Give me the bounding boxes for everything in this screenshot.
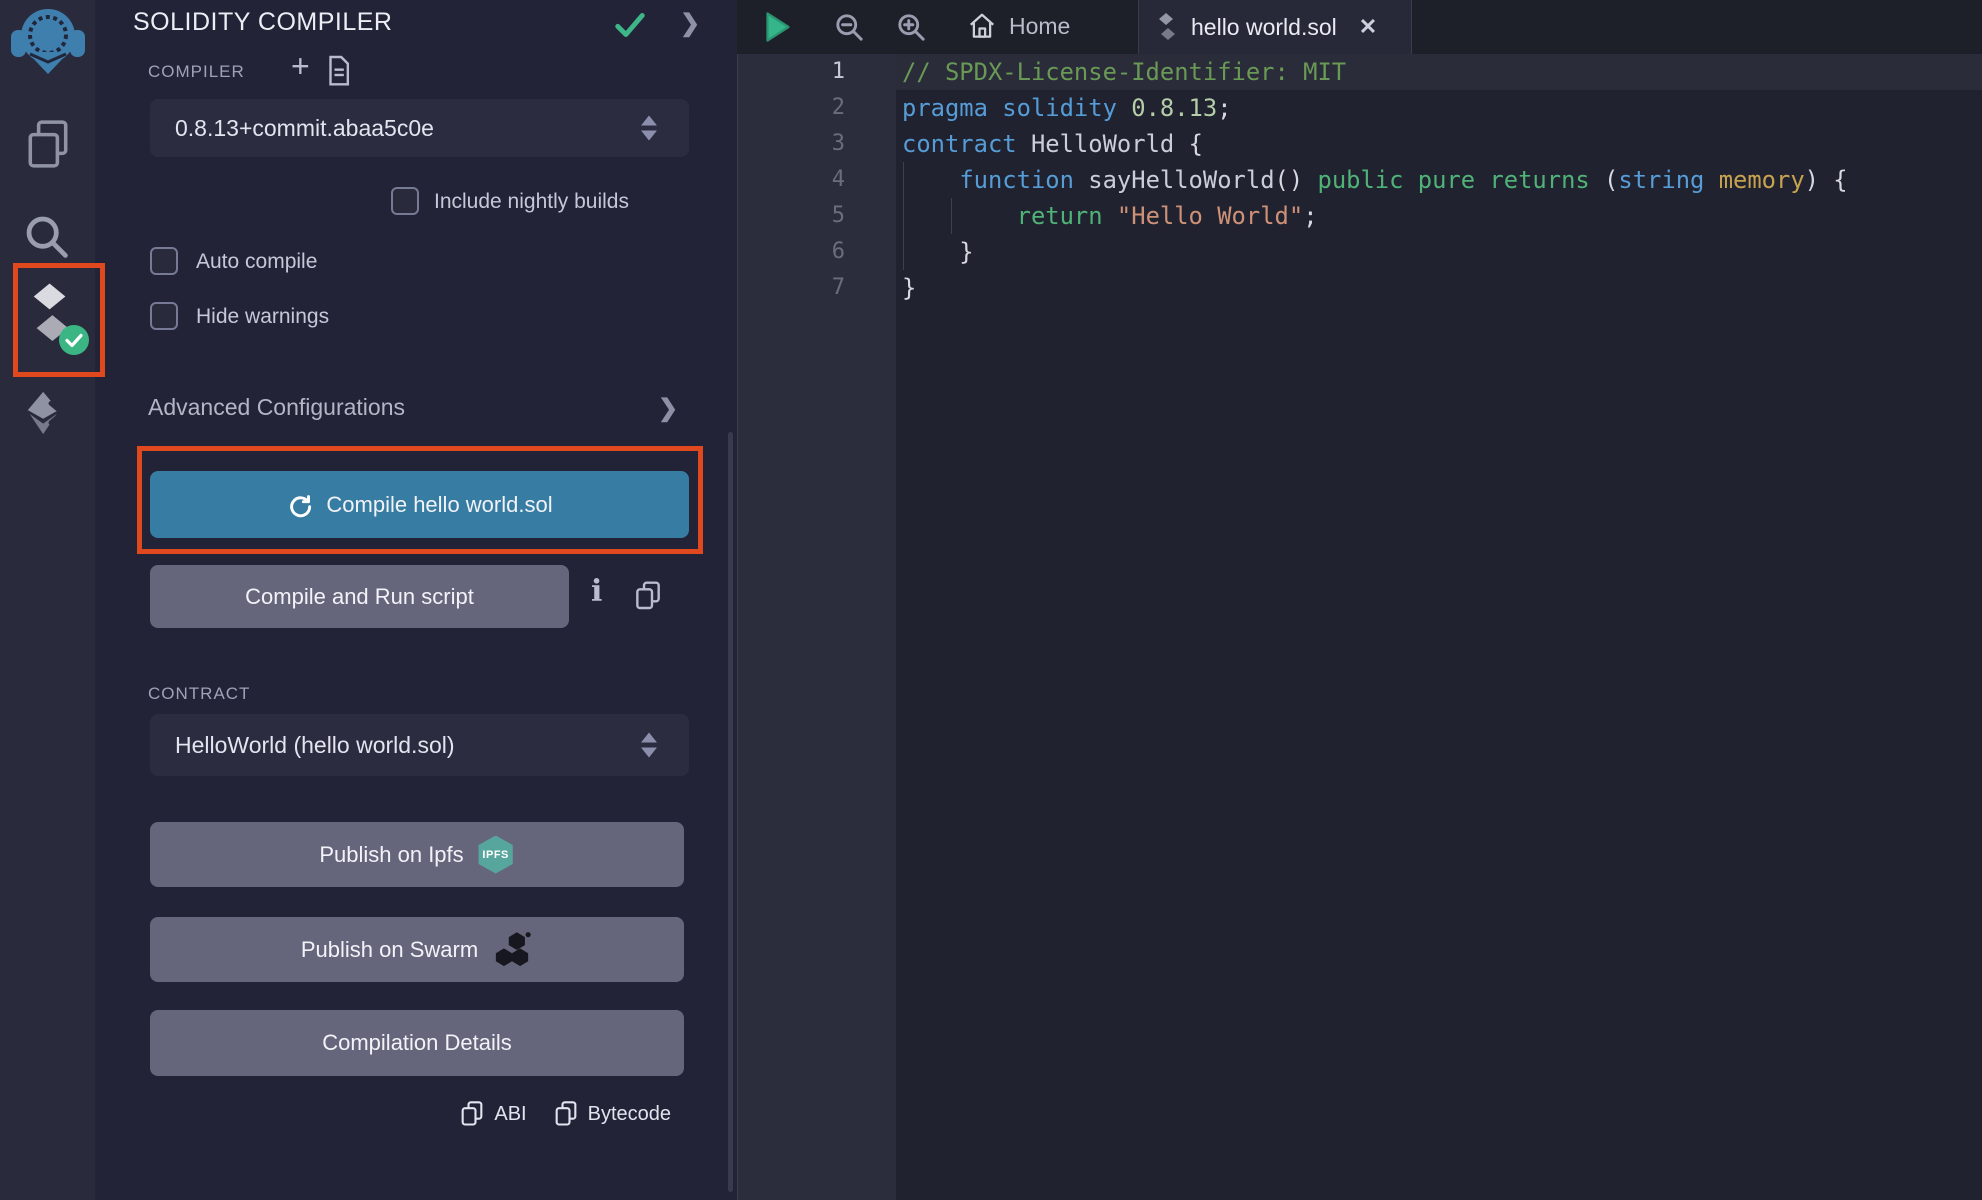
search-button[interactable]: [20, 210, 74, 264]
play-icon: [763, 10, 793, 44]
line-number[interactable]: 2: [737, 90, 845, 126]
code-line[interactable]: contract HelloWorld {: [902, 126, 1848, 162]
publish-ipfs-button[interactable]: Publish on Ipfs IPFS: [150, 822, 684, 887]
code-lines[interactable]: // SPDX-License-Identifier: MITpragma so…: [896, 54, 1848, 306]
search-icon: [21, 211, 73, 263]
compiler-version-value: 0.8.13+commit.abaa5c0e: [175, 115, 434, 142]
abi-bytecode-row: ABI Bytecode: [459, 1100, 671, 1128]
compile-success-badge: [58, 324, 90, 356]
solidity-file-icon: [1157, 12, 1177, 42]
code-line[interactable]: return "Hello World";: [902, 198, 1848, 234]
check-icon: [613, 10, 647, 40]
compile-and-run-button[interactable]: Compile and Run script: [150, 565, 569, 628]
line-number[interactable]: 7: [737, 270, 845, 306]
line-numbers: 1234567: [737, 54, 845, 306]
include-nightly-label: Include nightly builds: [434, 190, 629, 214]
zoom-in-icon: [895, 11, 928, 44]
hide-warnings-label: Hide warnings: [196, 305, 329, 329]
advanced-configurations-toggle[interactable]: Advanced Configurations: [148, 394, 405, 421]
compile-button[interactable]: Compile hello world.sol: [150, 471, 689, 538]
refresh-icon: [286, 491, 313, 518]
tab-home[interactable]: Home: [967, 11, 1070, 41]
bytecode-label: Bytecode: [588, 1103, 671, 1126]
add-compiler-plus-icon[interactable]: +: [291, 48, 310, 85]
panel-scrollbar[interactable]: [728, 432, 733, 1192]
tab-file-label: hello world.sol: [1191, 14, 1337, 41]
info-icon[interactable]: i: [591, 574, 602, 609]
publish-ipfs-label: Publish on Ipfs: [319, 842, 463, 868]
abi-label: ABI: [494, 1103, 526, 1126]
select-updown-icon: [641, 116, 657, 141]
line-number[interactable]: 6: [737, 234, 845, 270]
editor-tabbar: Home hello world.sol ✕: [737, 0, 1982, 54]
file-explorer-button[interactable]: [22, 116, 74, 174]
panel-title: SOLIDITY COMPILER: [133, 8, 393, 37]
contract-select[interactable]: HelloWorld (hello world.sol): [150, 714, 689, 776]
auto-compile-checkbox[interactable]: [150, 247, 178, 275]
code-line[interactable]: function sayHelloWorld() public pure ret…: [902, 162, 1848, 198]
activity-bar: [0, 0, 96, 1200]
close-tab-icon[interactable]: ✕: [1359, 14, 1377, 40]
line-number[interactable]: 5: [737, 198, 845, 234]
copy-run-script-button[interactable]: [633, 580, 663, 617]
code-line[interactable]: }: [902, 270, 1848, 306]
editor-area: Home hello world.sol ✕ 1234567 // SPDX-L…: [737, 0, 1982, 1200]
remix-ide-window: SOLIDITY COMPILER ❯ COMPILER + 0.8.13+co…: [0, 0, 1982, 1200]
advanced-chevron-icon[interactable]: ❯: [658, 394, 678, 423]
zoom-out-button[interactable]: [833, 11, 866, 49]
copy-abi-button[interactable]: ABI: [459, 1100, 526, 1128]
compiler-version-select[interactable]: 0.8.13+commit.abaa5c0e: [150, 99, 689, 157]
compilation-details-label: Compilation Details: [322, 1030, 512, 1056]
hide-warnings-checkbox[interactable]: [150, 302, 178, 330]
compiled-check: [613, 10, 647, 45]
home-icon: [967, 11, 997, 41]
copy-bytecode-button[interactable]: Bytecode: [553, 1100, 671, 1128]
publish-swarm-label: Publish on Swarm: [301, 937, 478, 963]
ipfs-badge-icon: IPFS: [477, 836, 515, 874]
solidity-compiler-panel: SOLIDITY COMPILER ❯ COMPILER + 0.8.13+co…: [95, 0, 737, 1200]
file-explorer-icon: [23, 117, 73, 173]
contract-select-value: HelloWorld (hello world.sol): [175, 732, 455, 759]
zoom-in-button[interactable]: [895, 11, 928, 49]
include-nightly-checkbox[interactable]: [391, 187, 419, 215]
code-line[interactable]: pragma solidity 0.8.13;: [902, 90, 1848, 126]
tab-home-label: Home: [1009, 13, 1070, 40]
copy-icon: [633, 580, 663, 612]
contract-section-label: CONTRACT: [148, 684, 250, 704]
check-badge-icon: [58, 324, 90, 356]
compile-button-label: Compile hello world.sol: [326, 492, 552, 518]
compile-and-run-label: Compile and Run script: [245, 584, 474, 610]
compiler-section-label: COMPILER: [148, 62, 245, 82]
copy-icon: [553, 1100, 579, 1128]
zoom-out-icon: [833, 11, 866, 44]
remix-logo-icon: [10, 4, 86, 74]
deploy-run-button[interactable]: [21, 388, 73, 438]
deploy-run-icon: [22, 389, 72, 437]
tab-hello-world-sol[interactable]: hello world.sol ✕: [1138, 0, 1412, 54]
auto-compile-label: Auto compile: [196, 250, 317, 274]
copy-icon: [459, 1100, 485, 1128]
panel-collapse-chevron-icon[interactable]: ❯: [680, 9, 700, 38]
line-number[interactable]: 1: [737, 54, 845, 90]
run-script-button[interactable]: [763, 10, 793, 49]
line-number[interactable]: 4: [737, 162, 845, 198]
document-icon: [325, 55, 352, 87]
code-line[interactable]: // SPDX-License-Identifier: MIT: [902, 54, 1848, 90]
publish-swarm-button[interactable]: Publish on Swarm: [150, 917, 684, 982]
remix-logo[interactable]: [9, 4, 87, 74]
code-line[interactable]: }: [902, 234, 1848, 270]
line-number[interactable]: 3: [737, 126, 845, 162]
swarm-icon: [491, 930, 533, 970]
compiler-doc-button[interactable]: [325, 55, 352, 92]
select-updown-icon: [641, 733, 657, 758]
compilation-details-button[interactable]: Compilation Details: [150, 1010, 684, 1076]
